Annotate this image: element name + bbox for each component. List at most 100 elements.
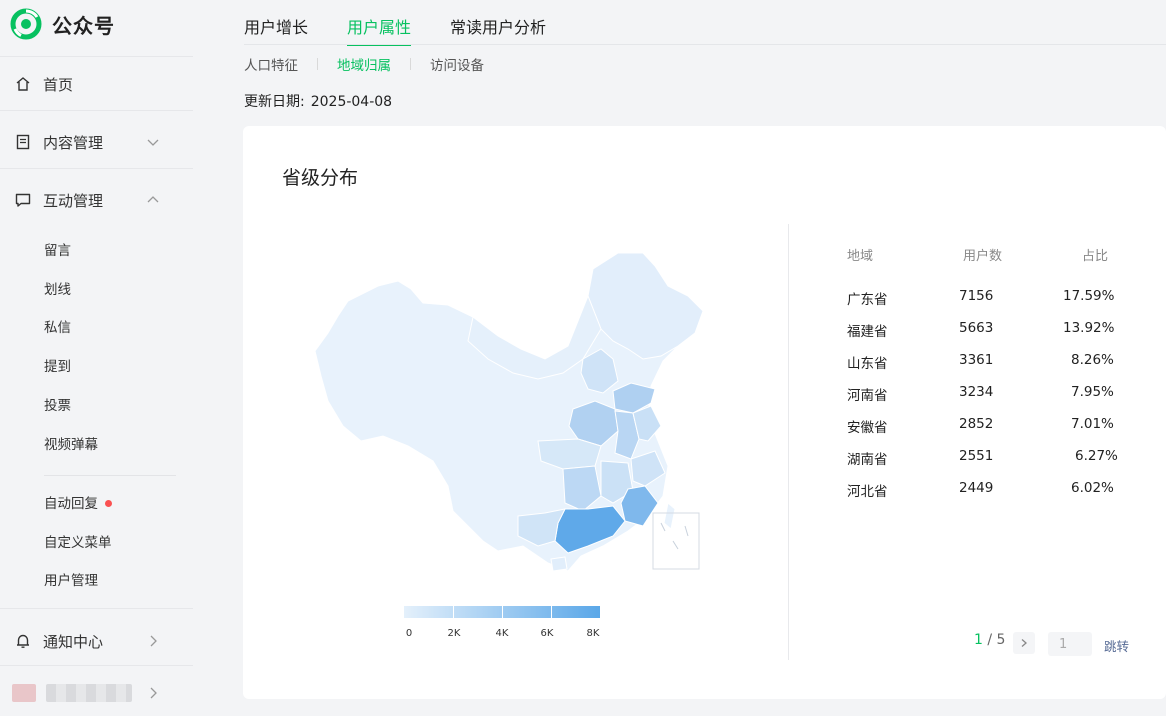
table-cell-users: 2852 — [959, 416, 994, 432]
sidebar-item-label: 首页 — [43, 75, 74, 94]
province-distribution-card: 省级分布 0 2K 4K 6K 8K 地域 用户数 占比 广东省 7156 17… — [243, 126, 1166, 699]
subtab-devices[interactable]: 访问设备 — [430, 54, 484, 74]
chevron-right-icon[interactable] — [146, 634, 160, 648]
sidebar-sub-danmaku[interactable]: 视频弹幕 — [44, 435, 98, 455]
sidebar-divider — [0, 665, 193, 666]
table-cell-region: 广东省 — [847, 292, 888, 308]
pager-info: 1 / 5 — [974, 632, 1005, 648]
legend-tick — [551, 606, 552, 618]
legend-label: 0 — [405, 628, 413, 639]
sidebar-item-label: 内容管理 — [43, 133, 104, 152]
legend-label: 8K — [586, 628, 600, 639]
table-cell-region: 河北省 — [847, 484, 888, 500]
table-cell-pct: 8.26% — [1071, 352, 1114, 368]
chat-bubble-icon — [15, 193, 31, 207]
subtab-separator — [317, 58, 318, 70]
table-cell-pct: 6.02% — [1071, 480, 1114, 496]
sidebar: 公众号 首页 内容管理 互动管理 留言 划线 私信 提到 投票 视频弹幕 自动回… — [0, 0, 193, 716]
sidebar-item-label: 互动管理 — [43, 191, 104, 210]
update-value: 2025-04-08 — [310, 94, 393, 110]
chevron-down-icon[interactable] — [146, 135, 160, 149]
inset-islands — [660, 522, 689, 550]
sidebar-divider — [0, 56, 193, 57]
document-icon — [16, 134, 30, 150]
table-cell-users: 7156 — [959, 288, 994, 304]
legend-tick — [453, 606, 454, 618]
table-cell-users: 2449 — [959, 480, 994, 496]
sidebar-sub-comments[interactable]: 留言 — [44, 241, 71, 261]
table-cell-users: 3361 — [959, 352, 994, 368]
subtab-demographics[interactable]: 人口特征 — [244, 54, 298, 74]
sidebar-item-home[interactable]: 首页 — [14, 70, 73, 98]
table-cell-region: 福建省 — [847, 324, 888, 340]
sidebar-item-interaction[interactable]: 互动管理 — [14, 186, 103, 214]
table-cell-pct: 17.59% — [1063, 288, 1115, 304]
sub-tabs: 人口特征 地域归属 访问设备 — [244, 54, 484, 74]
sidebar-sub-mentions[interactable]: 提到 — [44, 357, 71, 377]
pager-jump-button[interactable]: 跳转 — [1104, 636, 1129, 655]
table-cell-pct: 6.27% — [1075, 448, 1118, 464]
chevron-right-icon — [1021, 639, 1027, 647]
legend-label: 6K — [540, 628, 554, 639]
sidebar-divider — [0, 608, 193, 609]
sidebar-divider — [0, 168, 193, 169]
table-cell-pct: 7.01% — [1071, 416, 1114, 432]
sidebar-sub-user-mgmt[interactable]: 用户管理 — [44, 571, 98, 591]
update-date: 更新日期: 2025-04-08 — [244, 91, 392, 111]
tabs-divider — [244, 44, 1166, 45]
sidebar-item-content[interactable]: 内容管理 — [14, 128, 103, 156]
table-header-region[interactable]: 地域 — [847, 245, 873, 264]
legend-label: 2K — [447, 628, 461, 639]
legend-tick — [502, 606, 503, 618]
table-cell-users: 2551 — [959, 448, 994, 464]
table-cell-pct: 13.92% — [1063, 320, 1115, 336]
sidebar-sub-custom-menu[interactable]: 自定义菜单 — [44, 533, 112, 553]
sidebar-sub-votes[interactable]: 投票 — [44, 396, 71, 416]
table-cell-users: 3234 — [959, 384, 994, 400]
chevron-up-icon[interactable] — [146, 193, 160, 207]
card-vertical-divider — [788, 224, 789, 660]
sidebar-divider — [0, 110, 193, 111]
subtab-region[interactable]: 地域归属 — [337, 54, 391, 74]
table-cell-users: 5663 — [959, 320, 994, 336]
bell-icon — [17, 634, 29, 648]
tab-user-attributes[interactable]: 用户属性 — [347, 17, 412, 46]
legend-label: 4K — [495, 628, 509, 639]
home-icon — [16, 77, 30, 91]
main-tabs: 用户增长 用户属性 常读用户分析 — [244, 17, 585, 46]
map-region-hainan[interactable] — [550, 556, 568, 572]
sidebar-sub-underline[interactable]: 划线 — [44, 280, 71, 300]
tab-user-growth[interactable]: 用户增长 — [244, 17, 308, 45]
map-region-taiwan[interactable] — [663, 502, 676, 530]
pager-total: / 5 — [987, 632, 1006, 648]
pager-page-input[interactable] — [1048, 632, 1092, 656]
south-china-sea-inset — [652, 512, 700, 570]
auto-reply-label: 自动回复 — [44, 496, 98, 512]
notification-dot — [105, 499, 112, 507]
table-cell-region: 山东省 — [847, 356, 888, 372]
pager-current: 1 — [974, 632, 983, 648]
chevron-right-icon[interactable] — [146, 686, 160, 700]
sidebar-item-label: 通知中心 — [43, 632, 104, 651]
table-cell-region: 湖南省 — [847, 452, 888, 468]
table-cell-pct: 7.95% — [1071, 384, 1114, 400]
china-map — [314, 252, 704, 572]
tab-frequent-readers[interactable]: 常读用户分析 — [450, 17, 546, 45]
table-cell-region: 安徽省 — [847, 420, 888, 436]
card-title: 省级分布 — [282, 167, 359, 189]
sidebar-item-notifications[interactable]: 通知中心 — [14, 627, 103, 655]
brand-name: 公众号 — [52, 13, 115, 38]
table-header-users[interactable]: 用户数 — [963, 245, 1002, 264]
sidebar-sub-auto-reply[interactable]: 自动回复 — [44, 494, 112, 514]
subtab-separator — [410, 58, 411, 70]
table-cell-region: 河南省 — [847, 388, 888, 404]
account-name-blurred[interactable] — [46, 684, 132, 702]
sidebar-sub-messages[interactable]: 私信 — [44, 318, 71, 338]
brand[interactable]: 公众号 — [10, 6, 115, 42]
wechat-mp-logo-icon — [10, 8, 42, 40]
sidebar-sub-divider — [44, 475, 176, 476]
pager-next-button[interactable] — [1013, 632, 1035, 654]
table-header-pct[interactable]: 占比 — [1082, 245, 1108, 264]
avatar[interactable] — [12, 684, 36, 702]
update-label: 更新日期: — [244, 94, 305, 110]
